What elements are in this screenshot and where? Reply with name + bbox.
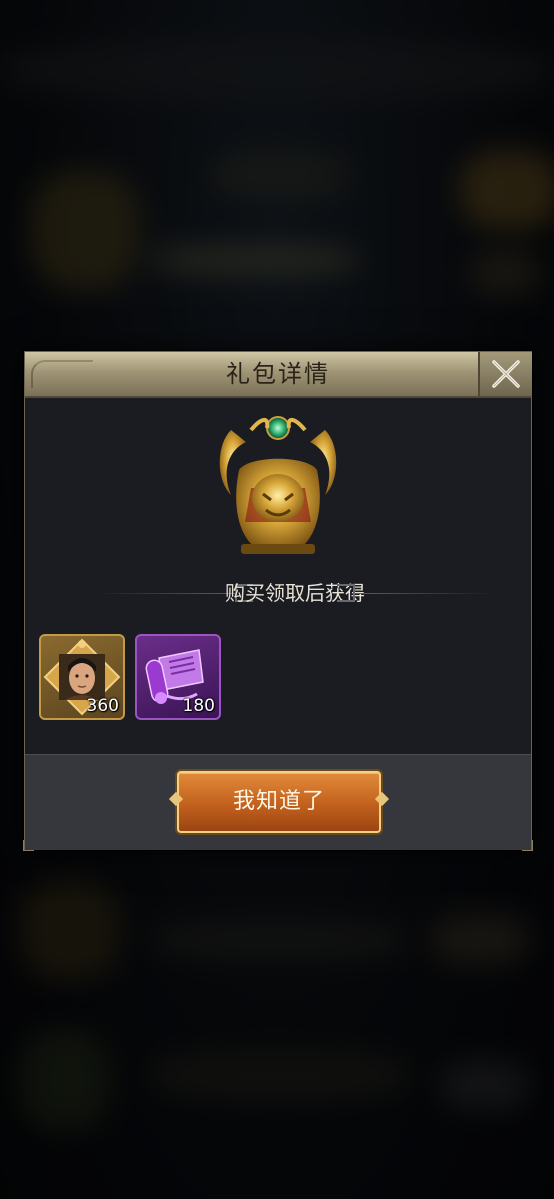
dialog-header: 礼包详情	[25, 352, 532, 398]
reward-quantity: 360	[86, 696, 119, 716]
frame-corner	[522, 840, 533, 851]
reward-item-scroll[interactable]: 180	[135, 634, 221, 720]
frame-corner	[23, 840, 34, 851]
close-button[interactable]	[478, 352, 532, 396]
close-icon	[492, 360, 520, 388]
game-screen: 礼包详情 购买领取后获得 360 180 我知道了	[0, 0, 554, 1199]
reward-heading-divider: 购买领取后获得	[95, 578, 495, 608]
reward-quantity: 180	[182, 696, 215, 716]
reward-items-list: 360 180	[39, 634, 221, 724]
dialog-title: 礼包详情	[226, 360, 330, 388]
gift-pack-dialog: 礼包详情 购买领取后获得 360 180 我知道了	[23, 351, 533, 851]
dragon-emblem-icon	[219, 416, 337, 554]
dialog-footer: 我知道了	[25, 754, 531, 850]
reward-item-general-shard[interactable]: 360	[39, 634, 125, 720]
confirm-button[interactable]: 我知道了	[177, 771, 381, 833]
